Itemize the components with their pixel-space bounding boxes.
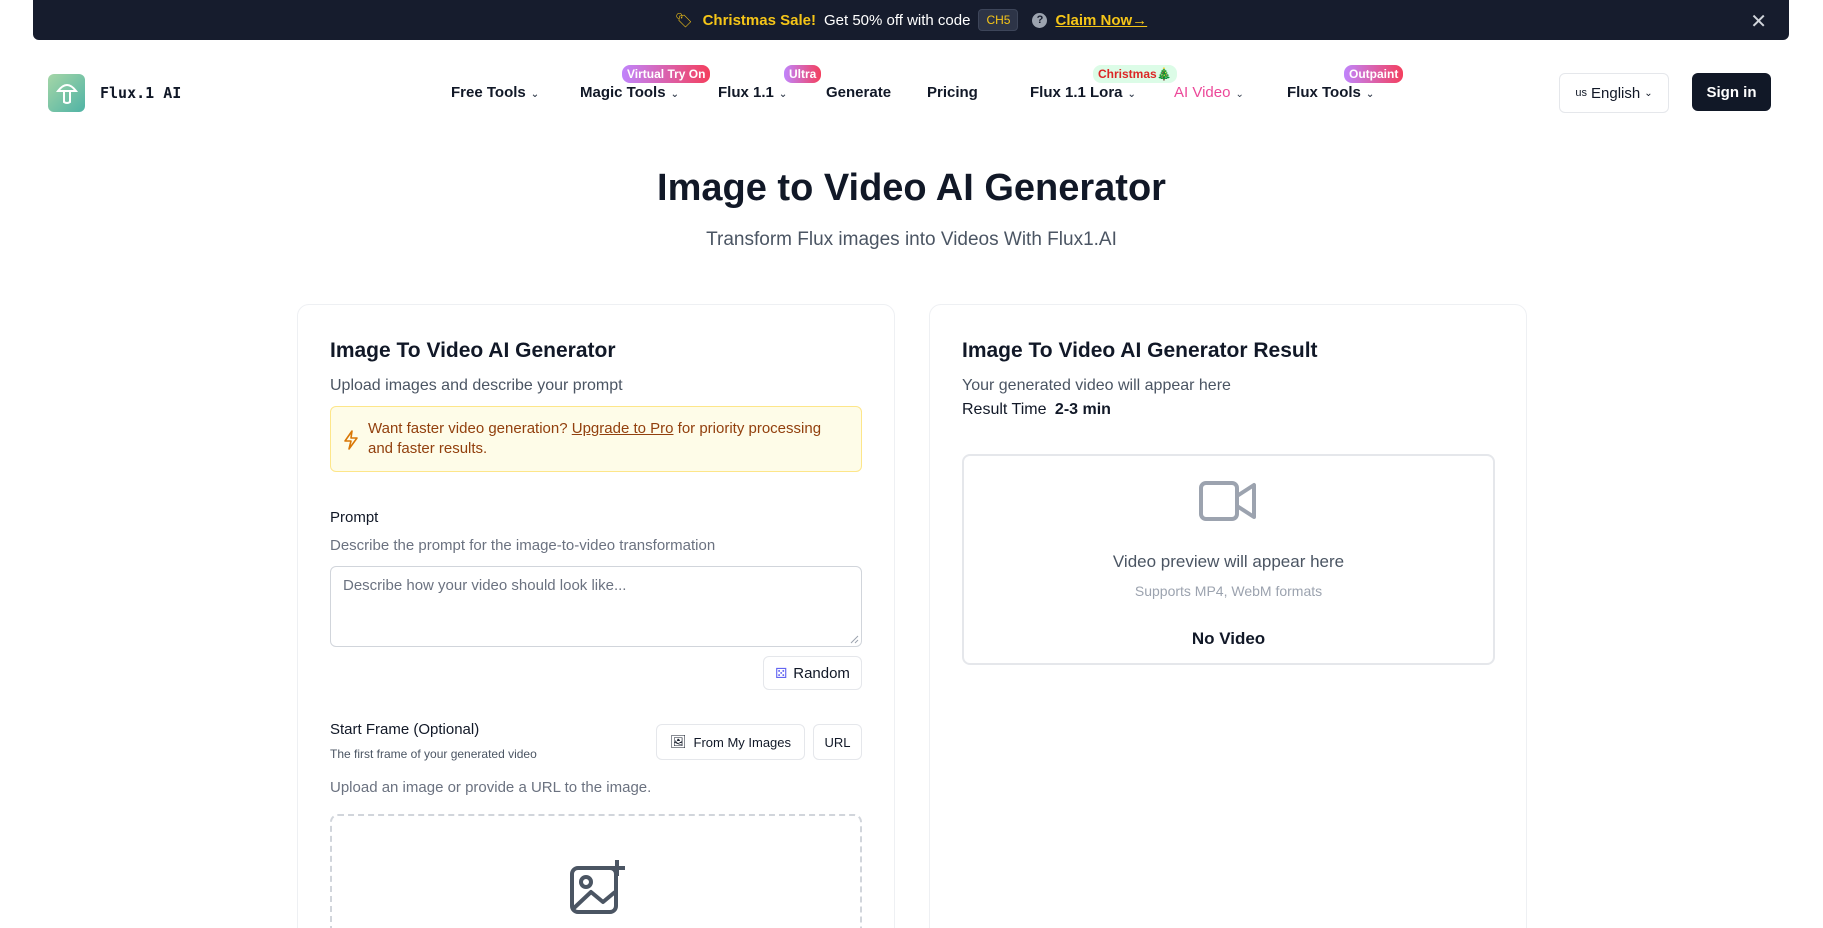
result-card: Image To Video AI Generator Result Your … [929,304,1527,928]
chevron-down-icon: ⌄ [670,89,679,100]
nav-label: Magic Tools [580,84,666,101]
badge-christmas: Christmas🎄 [1093,65,1177,83]
nav-magic-tools[interactable]: Magic Tools ⌄ [580,84,679,101]
nav-flux-tools[interactable]: Flux Tools ⌄ [1287,84,1374,101]
chevron-down-icon: ⌄ [1127,89,1136,100]
generator-card: Image To Video AI Generator Upload image… [297,304,895,928]
video-preview-status: No Video [1191,629,1266,648]
nav-label: Flux Tools [1287,84,1361,101]
chevron-down-icon: ⌄ [1365,89,1375,100]
from-my-images-button[interactable]: 🖼 From My Images [656,724,805,760]
video-preview-title: Video preview will appear here [1112,552,1345,571]
lightning-icon [344,430,358,450]
upgrade-to-pro-link[interactable]: Upgrade to Pro [572,420,674,437]
close-icon[interactable]: ✕ [1750,9,1767,34]
nav-label: Pricing [927,84,978,101]
flag-us-icon: us [1575,87,1588,99]
mushroom-logo-icon [55,84,78,104]
gallery-icon: 🖼 [669,734,687,749]
result-card-title: Image To Video AI Generator Result [962,339,1318,362]
video-preview: Video preview will appear here Supports … [962,454,1495,665]
nav-label: Flux 1.1 Lora [1030,84,1123,101]
start-frame-hint: The first frame of your generated video [330,747,537,761]
logo[interactable] [48,74,85,112]
nav-free-tools[interactable]: Free Tools ⌄ [451,84,539,101]
start-frame-label: Start Frame (Optional) [330,721,480,738]
upload-hint: Upload an image or provide a URL to the … [330,779,652,796]
result-time: Result Time 2-3 min [962,401,1111,419]
image-upload-dropzone[interactable] [330,814,862,928]
result-time-label: Result Time [962,401,1047,418]
upgrade-notice: Want faster video generation? Upgrade to… [330,406,862,472]
badge-outpaint: Outpaint [1344,65,1404,83]
prompt-label: Prompt [330,509,379,526]
prompt-placeholder: Describe how your video should look like… [343,577,627,594]
result-time-value: 2-3 min [1054,401,1111,418]
nav-generate[interactable]: Generate [826,84,891,101]
prompt-textarea[interactable]: Describe how your video should look like… [330,566,862,647]
promo-sale-label: Christmas Sale! [702,11,816,29]
random-prompt-button[interactable]: ⚄ Random [763,656,862,690]
top-nav: Flux.1 AI Free Tools ⌄ Virtual Try On Mag… [0,62,1823,124]
random-button-label: Random [793,664,850,682]
promo-banner: 🏷 Christmas Sale! Get 50% off with code … [33,0,1789,40]
video-preview-formats: Supports MP4, WebM formats [1134,583,1323,599]
page-subtitle: Transform Flux images into Videos With F… [706,229,1117,250]
result-card-subtitle: Your generated video will appear here [962,377,1231,394]
promo-text: Get 50% off with code [823,11,971,29]
notice-text-before: Want faster video generation? [368,420,568,437]
nav-flux-lora[interactable]: Flux 1.1 Lora ⌄ [1030,84,1136,101]
tag-icon: 🏷 [674,11,693,28]
nav-pricing[interactable]: Pricing [927,84,978,101]
nav-label: Generate [826,84,892,101]
nav-flux-1-1[interactable]: Flux 1.1 ⌄ [718,84,787,101]
dice-icon: ⚄ [775,664,788,681]
badge-virtual-try-on: Virtual Try On [622,65,711,83]
promo-code-badge: CH5 [978,9,1019,31]
url-button[interactable]: URL [813,724,862,760]
prompt-hint: Describe the prompt for the image-to-vid… [330,537,716,554]
nav-label: Free Tools [451,84,526,101]
page-title: Image to Video AI Generator [657,167,1166,209]
chevron-down-icon: ⌄ [530,89,540,100]
nav-label: Flux 1.1 [718,84,774,101]
chevron-down-icon: ⌄ [1235,89,1244,100]
nav-label: AI Video [1174,84,1231,101]
sign-in-button[interactable]: Sign in [1692,73,1771,111]
claim-now-link[interactable]: Claim Now→ [1055,12,1147,29]
language-label: English [1591,84,1641,102]
add-image-icon [570,860,625,914]
generator-card-subtitle: Upload images and describe your prompt [330,377,623,394]
badge-ultra: Ultra [784,65,822,83]
language-select[interactable]: us English ⌄ [1559,73,1669,113]
chevron-down-icon: ⌄ [778,89,788,100]
logo-text[interactable]: Flux.1 AI [100,84,181,102]
help-icon[interactable]: ? [1032,12,1048,28]
from-my-images-label: From My Images [693,734,792,750]
generator-card-title: Image To Video AI Generator [330,339,616,362]
upgrade-notice-text: Want faster video generation? Upgrade to… [368,419,848,459]
resize-handle-icon[interactable] [850,635,859,644]
chevron-down-icon: ⌄ [1644,87,1653,99]
nav-ai-video[interactable]: AI Video ⌄ [1174,84,1244,101]
video-camera-icon [1199,481,1256,521]
